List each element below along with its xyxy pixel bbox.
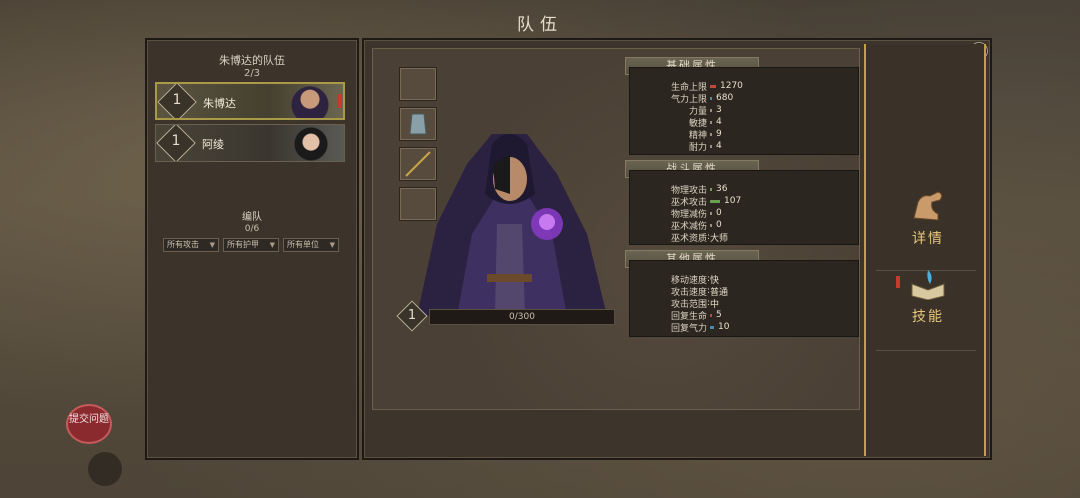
attribute-row: 巫术攻击 107: [634, 195, 854, 208]
formation-count: 0/6: [244, 224, 260, 234]
hero-detail-panel: 1 0/300 基础属性 生命上限 1270 气力上限 680 力量 3 敏捷 4 精神 9 耐力 4…: [362, 38, 992, 460]
attribute-label: 巫术资质: [670, 233, 707, 244]
hero-portrait: [417, 134, 607, 316]
attribute-value: 1270: [720, 81, 743, 91]
filter-label: 所有单位: [287, 240, 319, 249]
party-member-2[interactable]: 1 阿绫: [155, 124, 345, 162]
attribute-bar: [710, 223, 712, 227]
alert-icon: [896, 276, 900, 288]
hero-detail-area: 1 0/300 基础属性 生命上限 1270 气力上限 680 力量 3 敏捷 4 精神 9 耐力 4…: [372, 48, 860, 410]
party-title: 朱博达的队伍: [219, 54, 285, 67]
window-title: 队伍: [517, 15, 563, 35]
attribute-row: 气力上限 680: [634, 92, 854, 105]
attribute-row: 耐力 4: [634, 140, 854, 153]
member-portrait: [285, 84, 335, 118]
attribute-row: 攻击速度: 普通: [634, 285, 854, 298]
attribute-row: 回复气力 10: [634, 321, 854, 334]
attribute-value: 大师: [710, 233, 729, 244]
attribute-bar: [710, 325, 714, 329]
attribute-value: 680: [716, 93, 734, 103]
attribute-bar: [710, 120, 712, 124]
attribute-bar: [710, 199, 720, 203]
tab-details[interactable]: 详情: [882, 188, 974, 258]
attribute-value: 9: [716, 129, 722, 139]
filter-armor-dropdown[interactable]: 所有护甲 ▼: [223, 238, 279, 252]
formation-title: 编队: [242, 212, 262, 223]
attribute-value: 107: [724, 196, 742, 206]
chevron-down-icon: ▼: [329, 241, 335, 249]
attribute-bar: [710, 313, 712, 317]
member-level: 1: [172, 92, 182, 108]
attribute-value: 10: [718, 322, 730, 332]
experience-bar: 0/300: [429, 309, 615, 325]
hero-level: 1: [407, 308, 417, 323]
filter-attack-dropdown[interactable]: 所有攻击 ▼: [163, 238, 219, 252]
member-name: 阿绫: [202, 138, 224, 151]
formation-filters: 所有攻击 ▼ 所有护甲 ▼ 所有单位 ▼: [163, 238, 339, 252]
attribute-row: 移动速度: 快: [634, 273, 854, 286]
feedback-button[interactable]: 提交问题: [66, 404, 112, 444]
attribute-row: 精神 9: [634, 128, 854, 141]
attribute-value: 0: [716, 208, 722, 218]
equipment-slot-1[interactable]: [399, 67, 437, 101]
attribute-row: 物理攻击 36: [634, 183, 854, 196]
chevron-down-icon: ▼: [209, 241, 215, 249]
attribute-bar: [710, 84, 716, 88]
attribute-row: 力量 3: [634, 104, 854, 117]
filter-unit-dropdown[interactable]: 所有单位 ▼: [283, 238, 339, 252]
tab-details-label: 详情: [912, 231, 944, 247]
attribute-bar: [710, 211, 712, 215]
tab-skills[interactable]: 技能: [882, 266, 974, 336]
alert-icon: [337, 94, 341, 108]
attribute-bar: [710, 132, 712, 136]
attribute-row: 物理减伤 0: [634, 207, 854, 220]
filter-label: 所有护甲: [227, 240, 259, 249]
attribute-label: 回复气力: [670, 323, 707, 334]
attribute-label: 耐力: [688, 142, 707, 153]
attribute-row: 敏捷 4: [634, 116, 854, 129]
attribute-value: 4: [716, 141, 722, 151]
attribute-value: 4: [716, 117, 722, 127]
attribute-bar: [710, 108, 712, 112]
section-combat: 物理攻击 36 巫术攻击 107 物理减伤 0 巫术减伤 0 巫术资质: 大师: [629, 170, 859, 245]
attribute-value: 0: [716, 220, 722, 230]
skill-book-icon: [911, 270, 945, 301]
attribute-row: 生命上限 1270: [634, 80, 854, 93]
party-panel: 朱博达的队伍 2/3 1 朱博达 1 阿绫 编队 0/6 所有攻击 ▼ 所有护甲…: [145, 38, 359, 460]
attribute-row: 攻击范围: 中: [634, 297, 854, 310]
party-member-1[interactable]: 1 朱博达: [155, 82, 345, 120]
attribute-bar: [710, 144, 712, 148]
section-other: 移动速度: 快攻击速度: 普通 攻击范围: 中回复生命 5 回复气力 10: [629, 260, 859, 337]
member-name: 朱博达: [203, 97, 236, 110]
member-portrait: [286, 125, 336, 161]
background-ornament: [88, 452, 122, 486]
attribute-row: 巫术减伤 0: [634, 219, 854, 232]
attribute-bar: [710, 187, 712, 191]
attribute-row: 巫术资质: 大师: [634, 231, 854, 244]
feedback-label: 提交问题: [69, 414, 109, 425]
tab-divider: [876, 350, 976, 351]
attribute-value: 5: [716, 310, 722, 320]
side-tab-bar: 详情 技能: [864, 44, 986, 456]
party-count: 2/3: [243, 68, 261, 79]
section-basic: 生命上限 1270 气力上限 680 力量 3 敏捷 4 精神 9 耐力 4: [629, 67, 859, 155]
attribute-bar: [710, 96, 712, 100]
attribute-row: 回复生命 5: [634, 309, 854, 322]
member-level: 1: [171, 133, 181, 149]
attribute-value: 36: [716, 184, 728, 194]
flexed-arm-icon: [913, 191, 943, 221]
attribute-value: 中: [710, 299, 720, 310]
chevron-down-icon: ▼: [269, 241, 275, 249]
tab-skills-label: 技能: [912, 309, 944, 325]
attribute-value: 3: [716, 105, 722, 115]
filter-label: 所有攻击: [167, 240, 199, 249]
